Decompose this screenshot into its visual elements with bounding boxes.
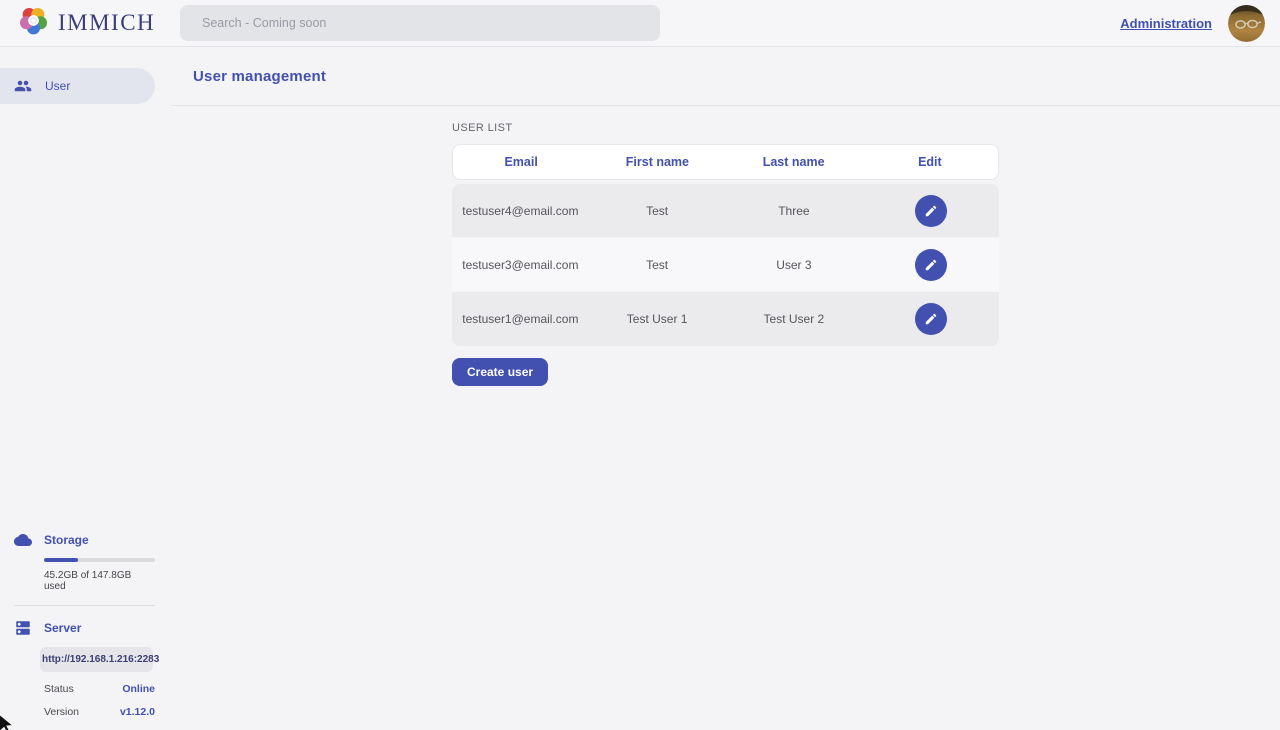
search-input[interactable] (180, 5, 660, 41)
version-label: Version (44, 706, 79, 718)
app-header: IMMICH Administration (0, 0, 1280, 47)
server-title: Server (44, 621, 81, 635)
storage-progress-bar (44, 558, 155, 562)
administration-link[interactable]: Administration (1120, 16, 1212, 31)
edit-user-button[interactable] (915, 195, 947, 227)
table-header-row: Email First name Last name Edit (452, 144, 999, 180)
cloud-icon (14, 531, 32, 549)
version-value: v1.12.0 (120, 706, 155, 718)
column-header-last-name: Last name (726, 155, 862, 169)
cell-last-name: User 3 (726, 258, 863, 272)
page-title: User management (193, 68, 326, 85)
users-icon (14, 77, 32, 95)
storage-section-header: Storage (0, 531, 155, 549)
cell-last-name: Three (726, 204, 863, 218)
table-row: testuser1@email.com Test User 1 Test Use… (452, 292, 999, 346)
pencil-icon (924, 312, 938, 326)
table-row: testuser3@email.com Test User 3 (452, 238, 999, 292)
sidebar-status-panel: Storage 45.2GB of 147.8GB used Server ht… (0, 531, 155, 718)
immich-logo[interactable]: IMMICH (0, 5, 155, 41)
main-content: User management USER LIST Email First na… (171, 47, 1280, 730)
storage-title: Storage (44, 533, 89, 547)
table-row: testuser4@email.com Test Three (452, 184, 999, 238)
pencil-icon (924, 258, 938, 272)
server-status-row: Status Online (44, 683, 155, 695)
user-list-label: USER LIST (452, 122, 999, 134)
server-icon (14, 619, 32, 637)
user-table: Email First name Last name Edit testuser… (452, 144, 999, 346)
cell-email: testuser4@email.com (452, 204, 589, 218)
storage-usage-text: 45.2GB of 147.8GB used (44, 570, 155, 592)
sidebar-item-label: User (45, 79, 70, 93)
column-header-edit: Edit (862, 155, 998, 169)
sidebar-item-user[interactable]: User (0, 68, 155, 104)
immich-flower-icon (18, 5, 49, 41)
logo-wordmark: IMMICH (58, 10, 155, 36)
sidebar-divider (14, 605, 155, 606)
cell-first-name: Test User 1 (589, 312, 726, 326)
cell-first-name: Test (589, 258, 726, 272)
cell-last-name: Test User 2 (726, 312, 863, 326)
user-avatar[interactable] (1228, 5, 1265, 42)
pencil-icon (924, 204, 938, 218)
cell-first-name: Test (589, 204, 726, 218)
status-value: Online (122, 683, 155, 695)
cell-email: testuser3@email.com (452, 258, 589, 272)
cell-email: testuser1@email.com (452, 312, 589, 326)
header-right: Administration (1120, 5, 1280, 42)
edit-user-button[interactable] (915, 303, 947, 335)
server-version-row: Version v1.12.0 (44, 706, 155, 718)
title-bar: User management (171, 47, 1280, 106)
column-header-email: Email (453, 155, 589, 169)
server-section-header: Server (0, 619, 155, 637)
server-url: http://192.168.1.216:2283 (40, 647, 153, 672)
admin-sidebar: User Storage 45.2GB of 147.8GB used (0, 47, 171, 730)
column-header-first-name: First name (589, 155, 725, 169)
storage-progress-fill (44, 558, 78, 562)
create-user-button[interactable]: Create user (452, 358, 548, 386)
edit-user-button[interactable] (915, 249, 947, 281)
status-label: Status (44, 683, 74, 695)
